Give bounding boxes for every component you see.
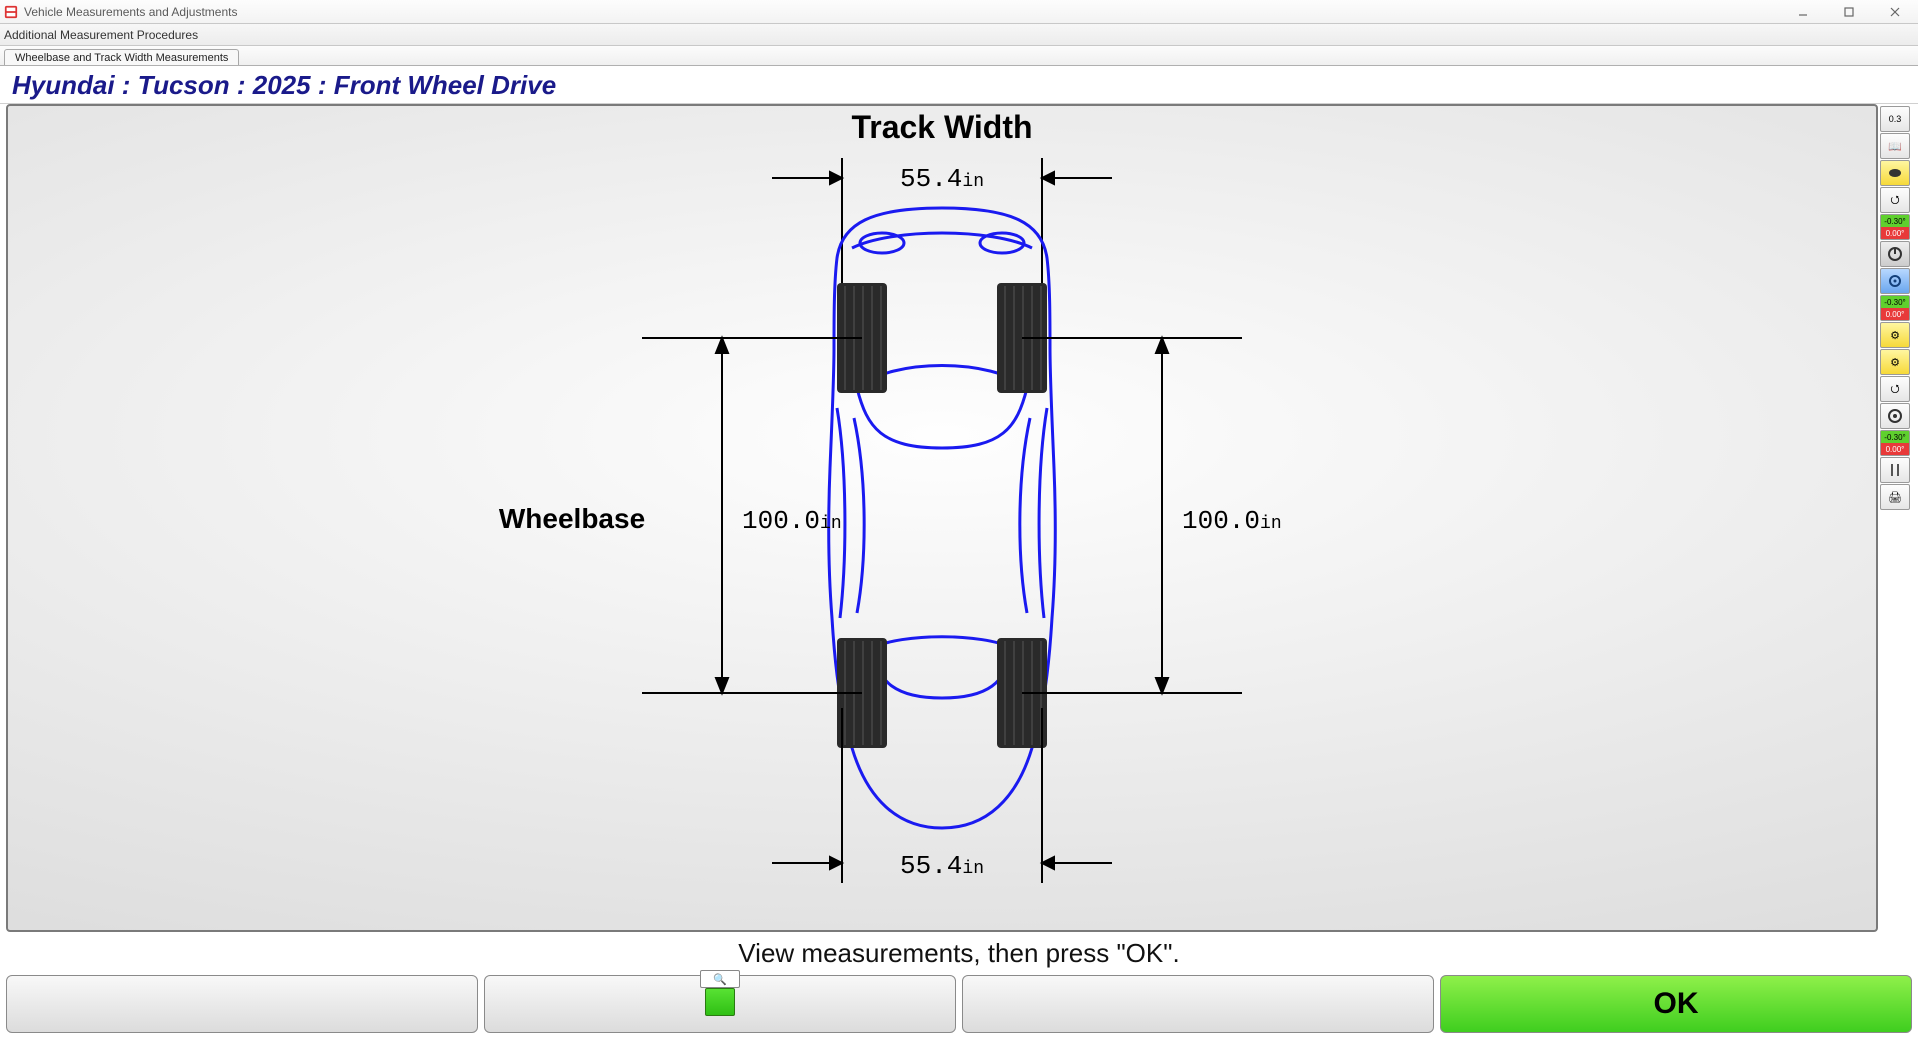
close-button[interactable] <box>1872 0 1918 24</box>
zoom-chip-icon[interactable] <box>700 970 740 988</box>
tool-refresh-icon[interactable]: ⭯ <box>1880 187 1910 213</box>
tool-steering-icon[interactable] <box>1880 403 1910 429</box>
tool-suspension-icon[interactable] <box>1880 457 1910 483</box>
tool-adjust-b-icon[interactable]: ⚙ <box>1880 349 1910 375</box>
maximize-button[interactable] <box>1826 0 1872 24</box>
diagram-canvas: Track Width 55.4in <box>6 104 1878 932</box>
titlebar: Vehicle Measurements and Adjustments <box>0 0 1918 24</box>
tool-reading-a-icon[interactable]: -0.30°0.00° <box>1880 214 1910 240</box>
wheels <box>837 283 1047 748</box>
ok-button-label: OK <box>1654 987 1699 1021</box>
rear-track-value: 55.4in <box>900 851 984 881</box>
work-area: Track Width 55.4in <box>0 104 1918 936</box>
tab-label: Wheelbase and Track Width Measurements <box>15 52 228 64</box>
tabstrip: Wheelbase and Track Width Measurements <box>0 46 1918 66</box>
tool-reading-b-icon[interactable]: -0.30°0.00° <box>1880 295 1910 321</box>
left-wheelbase-value: 100.0in <box>742 506 842 536</box>
vehicle-diagram: Track Width 55.4in <box>442 108 1442 928</box>
app-icon <box>4 5 18 19</box>
bottom-button-2[interactable] <box>484 975 956 1033</box>
tool-target-icon[interactable] <box>1880 268 1910 294</box>
bottom-bar: OK <box>0 971 1918 1039</box>
bottom-button-3[interactable] <box>962 975 1434 1033</box>
vehicle-heading: Hyundai : Tucson : 2025 : Front Wheel Dr… <box>0 66 1918 104</box>
bottom-button-1[interactable] <box>6 975 478 1033</box>
tool-manual-icon[interactable]: 📖 <box>1880 133 1910 159</box>
tool-refresh-b-icon[interactable]: ⭯ <box>1880 376 1910 402</box>
minimize-button[interactable] <box>1780 0 1826 24</box>
wheelbase-label: Wheelbase <box>499 503 645 534</box>
tool-sensor-icon[interactable] <box>1880 160 1910 186</box>
ok-button[interactable]: OK <box>1440 975 1912 1033</box>
tool-reading-c-icon[interactable]: -0.30°0.00° <box>1880 430 1910 456</box>
tool-voltage-icon[interactable]: 0.3 <box>1880 106 1910 132</box>
window-title: Vehicle Measurements and Adjustments <box>24 5 237 19</box>
tool-adjust-a-icon[interactable]: ⚙ <box>1880 322 1910 348</box>
green-indicator-icon <box>705 988 735 1016</box>
tool-steering-lock-icon[interactable] <box>1880 241 1910 267</box>
right-wheelbase-value: 100.0in <box>1182 506 1282 536</box>
side-toolbar: 0.3 📖 ⭯ -0.30°0.00° -0.30°0.00° ⚙ ⚙ ⭯ -0… <box>1880 104 1912 932</box>
menu-additional-procedures[interactable]: Additional Measurement Procedures <box>4 28 198 42</box>
menubar: Additional Measurement Procedures <box>0 24 1918 46</box>
instruction-text: View measurements, then press "OK". <box>0 936 1918 971</box>
track-width-label: Track Width <box>851 109 1032 145</box>
front-track-value: 55.4in <box>900 164 984 194</box>
tab-wheelbase-track[interactable]: Wheelbase and Track Width Measurements <box>4 49 239 65</box>
tool-print-icon[interactable]: 🖨 <box>1880 484 1910 510</box>
